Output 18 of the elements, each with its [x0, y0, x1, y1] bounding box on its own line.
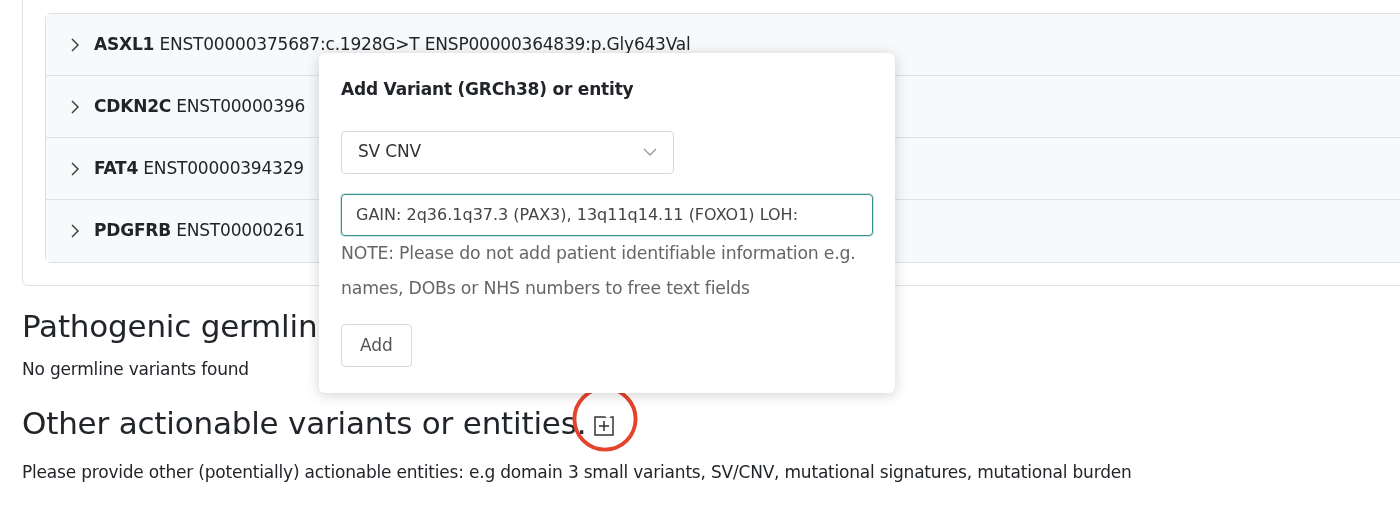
note-text: NOTE: Please do not add patient identifiable information e.g. names, DOBs or NHS numbers to free text fields	[341, 241, 857, 300]
add-icon[interactable]	[594, 416, 615, 437]
chevron-right-icon[interactable]	[70, 224, 80, 238]
variant-title[interactable]: PDGFRB ENST00000261	[94, 218, 305, 244]
chevron-right-icon[interactable]	[70, 99, 80, 114]
add-button[interactable]: Add	[341, 323, 412, 367]
empty-message: No germline variants found	[22, 359, 249, 380]
popover-title: Add Variant (GRCh38) or entity	[341, 78, 635, 101]
variant-title[interactable]: CDKN2C ENST00000396	[94, 93, 306, 120]
input-field[interactable]: GAIN: 2q36.1q37.3 (PAX3), 13q11q14.11 (FOXO1) LOH:	[341, 193, 873, 236]
description-text: Please provide other (potentially) actionable entities: e.g domain 3 small variants, SV/CNV, mutational signatures, mutational burden	[22, 460, 1132, 484]
chevron-right-icon[interactable]	[70, 161, 80, 176]
variant-title[interactable]: ASXL1 ENST00000375687:c.1928G>T ENSP00000364839:p.Gly643Val	[94, 31, 691, 58]
chevron-down-icon	[643, 147, 657, 157]
variant-title[interactable]: FAT4 ENST00000394329	[94, 155, 304, 182]
chevron-right-icon[interactable]	[70, 37, 80, 52]
type-select[interactable]: SV CNV	[341, 130, 674, 174]
section-heading: Pathogenic germlin	[22, 308, 318, 346]
